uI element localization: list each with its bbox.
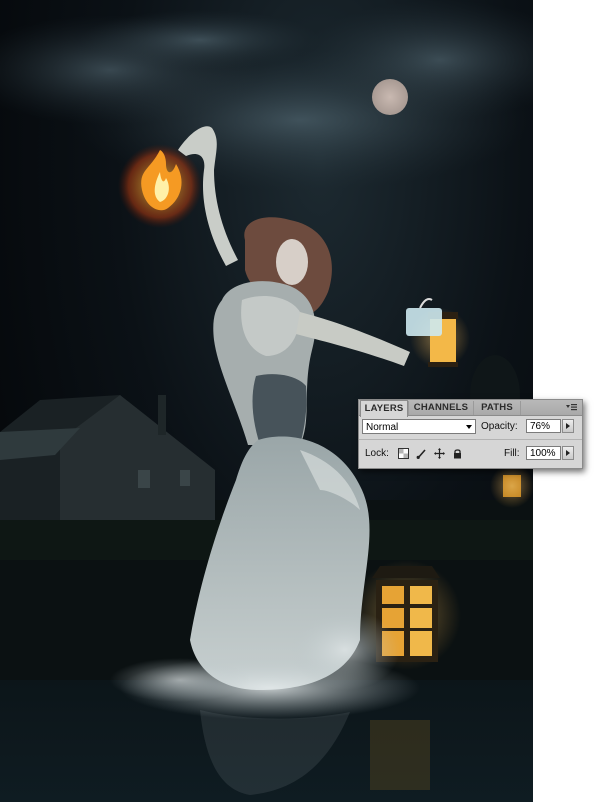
- blend-opacity-row: Normal Opacity: 76%: [359, 417, 582, 440]
- panel-tab-bar: LAYERS CHANNELS PATHS: [359, 400, 582, 417]
- opacity-label: Opacity:: [481, 421, 518, 432]
- opacity-slider-button[interactable]: [562, 419, 574, 433]
- tab-layers[interactable]: LAYERS: [360, 400, 408, 417]
- lock-transparent-pixels-icon[interactable]: [398, 448, 409, 459]
- lock-position-icon[interactable]: [434, 448, 445, 459]
- fill-label: Fill:: [504, 448, 520, 459]
- panel-menu-icon[interactable]: [565, 402, 578, 412]
- fill-slider-button[interactable]: [562, 446, 574, 460]
- lock-image-pixels-icon[interactable]: [416, 448, 427, 459]
- layers-panel: LAYERS CHANNELS PATHS Normal Opacity: 76…: [358, 399, 583, 469]
- chevron-down-icon: [466, 425, 472, 429]
- tab-paths[interactable]: PATHS: [473, 401, 521, 415]
- blend-mode-dropdown[interactable]: Normal: [362, 419, 476, 434]
- blend-mode-value: Normal: [366, 422, 399, 433]
- moon: [372, 79, 408, 115]
- fire: [118, 144, 202, 228]
- house: [0, 395, 215, 520]
- lock-label: Lock:: [365, 448, 389, 459]
- tab-channels[interactable]: CHANNELS: [408, 401, 473, 415]
- fill-field[interactable]: 100%: [526, 446, 561, 460]
- lock-fill-row: Lock: Fill: 100%: [359, 441, 582, 465]
- opacity-field[interactable]: 76%: [526, 419, 561, 433]
- lock-all-icon[interactable]: [452, 448, 463, 459]
